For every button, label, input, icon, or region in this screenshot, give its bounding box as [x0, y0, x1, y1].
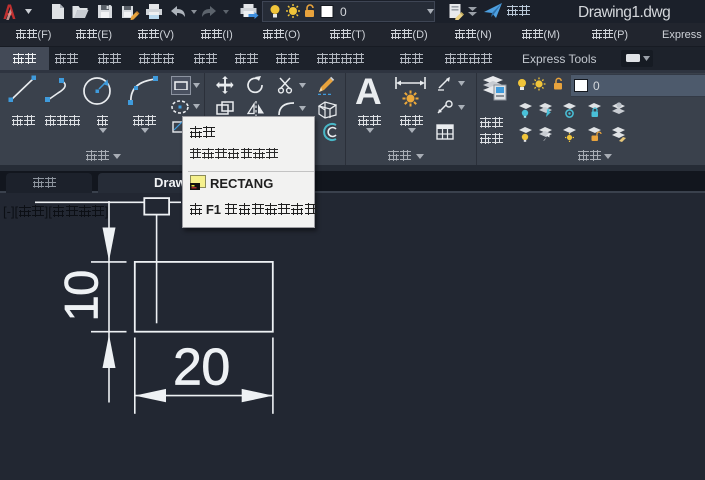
- svg-text:10: 10: [55, 270, 108, 321]
- svg-text:20: 20: [173, 339, 230, 397]
